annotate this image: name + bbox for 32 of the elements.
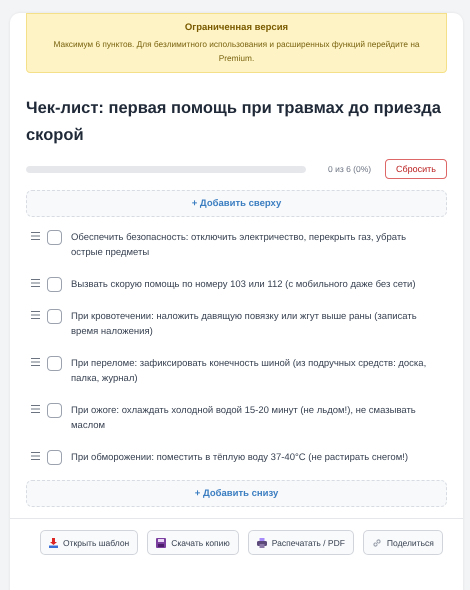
reset-button[interactable]: Сбросить (384, 159, 447, 179)
drag-handle-icon[interactable] (31, 232, 40, 240)
drag-handle-icon[interactable] (31, 279, 40, 287)
item-text: При ожоге: охлаждать холодной водой 15-20 минут (не льдом!), не смазывать маслом (71, 404, 417, 433)
item-text: При обморожении: поместить в тёплую воду 37-40°C (не растирать снегом!) (71, 451, 408, 465)
banner-text: Максимум 6 пунктов. Для безлимитного использования и расширенных функций перейдите на Premium. (52, 38, 421, 65)
checkbox[interactable] (47, 309, 62, 324)
tray-arrow-icon (49, 538, 58, 548)
link-icon (372, 538, 382, 548)
checkbox[interactable] (47, 403, 62, 418)
drag-handle-icon[interactable] (31, 452, 40, 460)
item-text: Обеспечить безопасность: отключить электричество, перекрыть газ, убрать острые предметы (71, 231, 408, 260)
add-bottom-button[interactable]: + Добавить снизу (26, 480, 447, 507)
drag-handle-icon[interactable] (31, 405, 40, 413)
checkbox[interactable] (47, 230, 62, 245)
checkbox[interactable] (47, 277, 62, 292)
footer-button[interactable]: Поделиться (362, 530, 443, 555)
drag-handle-icon[interactable] (31, 358, 40, 366)
checkbox[interactable] (47, 450, 62, 465)
item-text: Вызвать скорую помощь по номеру 103 или 112 (с мобильного даже без сети) (71, 278, 416, 292)
item-text: При переломе: зафиксировать конечность шиной (из подручных средств: доска, палка, журнал) (71, 357, 428, 386)
footer-button[interactable]: Открыть шаблон (40, 530, 138, 555)
add-top-button[interactable]: + Добавить сверху (26, 190, 447, 217)
checklist-title: Чек-лист: первая помощь при травмах до приезда скорой (26, 98, 442, 146)
item-text: При кровотечении: наложить давящую повязку или жгут выше раны (записать время наложения) (71, 310, 418, 339)
footer-button[interactable]: Скачать копию (147, 530, 239, 555)
drag-handle-icon[interactable] (31, 311, 40, 319)
progress-count: 0 из 6 (0%) (328, 164, 372, 174)
banner-title: Ограниченная версия (184, 22, 290, 33)
printer-icon (256, 538, 267, 548)
checkbox[interactable] (47, 356, 62, 371)
footer-button[interactable]: Распечатать / PDF (248, 530, 354, 555)
